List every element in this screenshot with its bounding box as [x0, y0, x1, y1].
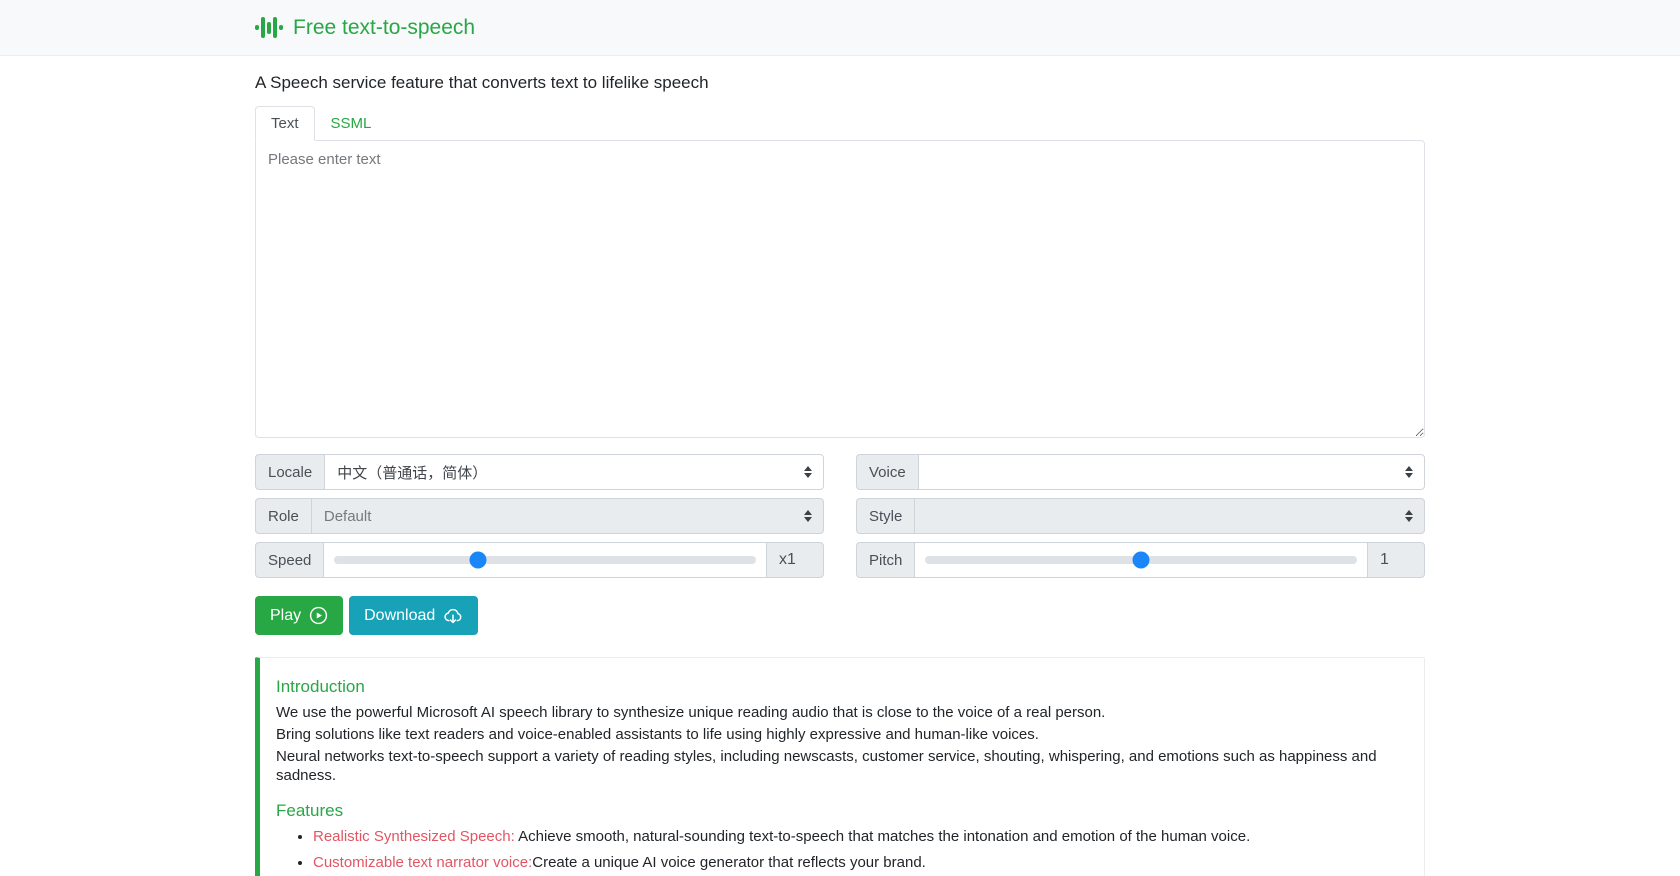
brand: Free text-to-speech [255, 15, 1425, 41]
features-list: Realistic Synthesized Speech: Achieve sm… [276, 827, 1408, 876]
speed-slider-thumb[interactable] [469, 551, 487, 569]
voice-settings: Locale 中文（普通话，简体） Voice Role Default Sty… [255, 454, 1425, 578]
locale-selected-value: 中文（普通话，简体） [337, 464, 488, 482]
feature-item: Customizable text narrator voice:Create … [313, 853, 1408, 873]
tab-ssml[interactable]: SSML [315, 106, 388, 141]
pitch-label: Pitch [856, 542, 915, 578]
app-title: Free text-to-speech [293, 15, 476, 39]
info-panel: Introduction We use the powerful Microso… [255, 657, 1425, 876]
role-selected-value: Default [323, 507, 372, 525]
play-button[interactable]: Play [255, 596, 344, 635]
role-group: Role Default [255, 498, 824, 534]
voice-label: Voice [856, 454, 918, 490]
feature-text: Achieve smooth, natural-sounding text-to… [518, 828, 1251, 846]
action-buttons: Play Download [255, 596, 1425, 635]
voice-select[interactable] [917, 454, 1425, 490]
speed-value: x1 [766, 542, 824, 578]
select-caret-icon [804, 510, 812, 522]
pitch-slider-track[interactable] [925, 551, 1357, 569]
role-select: Default [310, 498, 824, 534]
download-button-label: Download [364, 606, 436, 624]
download-button[interactable]: Download [349, 596, 479, 635]
introduction-paragraph: We use the powerful Microsoft AI speech … [276, 704, 1106, 721]
select-caret-icon [804, 466, 812, 478]
feature-label: Customizable text narrator voice: [313, 853, 533, 871]
page-subtitle: A Speech service feature that converts t… [255, 73, 709, 92]
introduction-heading: Introduction [276, 677, 365, 696]
speed-label: Speed [255, 542, 324, 578]
tab-text[interactable]: Text [255, 106, 315, 141]
top-header-bar: Free text-to-speech [0, 0, 1680, 56]
style-label: Style [856, 498, 915, 534]
feature-label: Realistic Synthesized Speech: [313, 828, 519, 846]
style-group: Style [856, 498, 1425, 534]
speed-slider-track[interactable] [334, 551, 756, 569]
pitch-slider-thumb[interactable] [1132, 551, 1150, 569]
speed-group: Speed x1 [255, 542, 824, 578]
play-button-label: Play [270, 606, 302, 624]
locale-label: Locale [255, 454, 325, 490]
text-input-area[interactable] [255, 140, 1425, 438]
waveform-icon [255, 15, 283, 41]
role-label: Role [255, 498, 311, 534]
locale-group: Locale 中文（普通话，简体） [255, 454, 824, 490]
introduction-paragraph: Neural networks text-to-speech support a… [276, 747, 1377, 785]
pitch-slider[interactable] [914, 542, 1367, 578]
feature-item: Realistic Synthesized Speech: Achieve sm… [313, 827, 1408, 847]
voice-group: Voice [856, 454, 1425, 490]
select-caret-icon [1405, 510, 1413, 522]
features-heading: Features [276, 801, 344, 821]
locale-select[interactable]: 中文（普通话，简体） [324, 454, 824, 490]
speed-slider[interactable] [323, 542, 766, 578]
play-circle-icon [309, 606, 328, 625]
editor-tabs: Text SSML [255, 106, 1425, 141]
feature-text: Create a unique AI voice generator that … [532, 853, 926, 871]
style-select [914, 498, 1425, 534]
pitch-group: Pitch 1 [856, 542, 1425, 578]
select-caret-icon [1405, 466, 1413, 478]
cloud-download-icon [444, 608, 462, 623]
pitch-value: 1 [1367, 542, 1425, 578]
introduction-paragraph: Bring solutions like text readers and vo… [276, 725, 1039, 743]
